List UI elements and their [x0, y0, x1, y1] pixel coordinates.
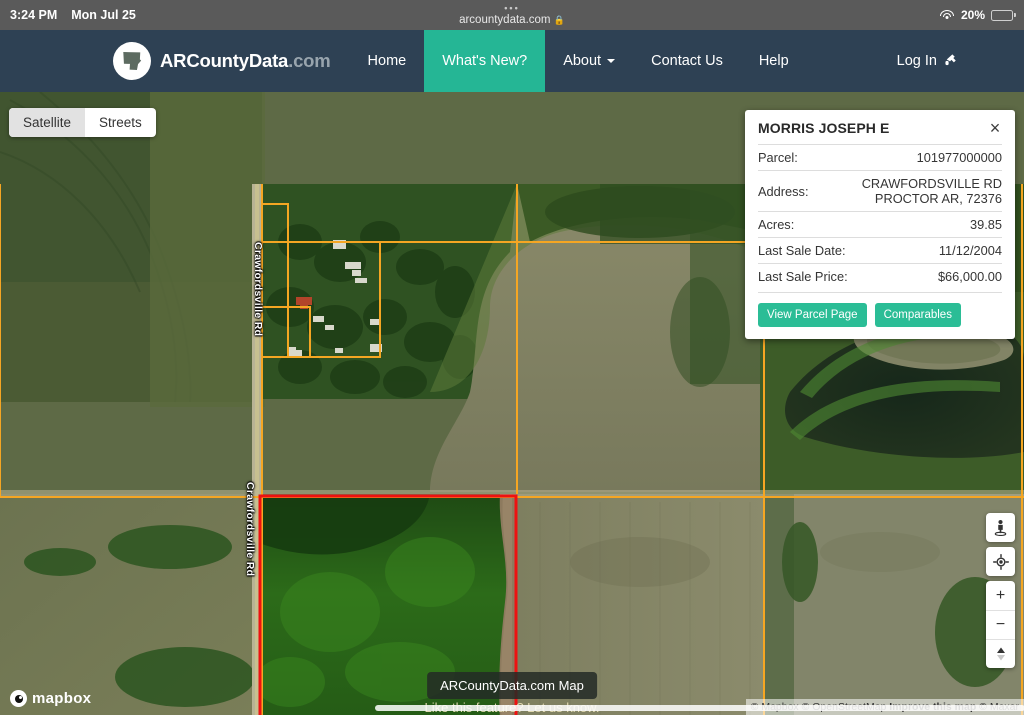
status-bar-right: 20% [940, 8, 1016, 22]
info-key: Acres: [758, 217, 795, 232]
wifi-icon [940, 9, 955, 21]
battery-percent: 20% [960, 8, 985, 22]
login-label: Log In [896, 53, 937, 69]
brand-secondary: .com [288, 50, 331, 71]
nav-label: About [563, 53, 602, 69]
nav-item-help[interactable]: Help [741, 30, 807, 92]
nav-label: Home [367, 53, 407, 69]
info-key: Last Sale Price: [758, 269, 848, 284]
sign-in-icon [943, 52, 958, 71]
mapbox-logo[interactable]: mapbox [10, 690, 91, 707]
info-key: Parcel: [758, 150, 798, 165]
address-line-2: PROCTOR AR, 72376 [874, 191, 1002, 206]
arkansas-state-logo-icon [113, 42, 151, 80]
zoom-controls: + − [986, 581, 1015, 668]
close-icon[interactable]: × [986, 119, 1004, 138]
app-root: 3:24 PM Mon Jul 25 ••• arcountydata.com … [0, 0, 1024, 715]
geolocate-icon[interactable] [986, 547, 1015, 576]
info-key: Address: [758, 183, 809, 199]
info-row-parcel: Parcel: 101977000000 [758, 144, 1002, 170]
info-value: 39.85 [969, 217, 1002, 232]
zoom-out-icon[interactable]: − [986, 610, 1015, 639]
nav-label: What's New? [442, 53, 528, 69]
battery-icon [991, 9, 1016, 21]
nav-item-whats-new[interactable]: What's New? [424, 30, 546, 92]
info-value: $66,000.00 [937, 269, 1002, 284]
horizontal-scrollbar[interactable] [375, 705, 1024, 711]
chevron-down-icon [607, 59, 616, 63]
street-view-pegman-icon[interactable] [986, 513, 1015, 542]
nav-item-contact-us[interactable]: Contact Us [633, 30, 741, 92]
layer-option-satellite[interactable]: Satellite [9, 108, 86, 137]
nav-right: Log In [897, 52, 958, 71]
map-canvas[interactable]: Crawfordsville Rd Crawfordsville Rd Sate… [0, 92, 1024, 715]
comparables-button[interactable]: Comparables [874, 303, 961, 327]
mapbox-wordmark: mapbox [32, 690, 92, 707]
info-row-address: Address: CRAWFORDSVILLE RD PROCTOR AR, 7… [758, 170, 1002, 211]
road-label-crawfordsville-rd-north: Crawfordsville Rd [252, 242, 264, 337]
parcel-info-panel: MORRIS JOSEPH E × Parcel: 101977000000 A… [745, 110, 1015, 339]
parcel-owner-title: MORRIS JOSEPH E [758, 120, 890, 136]
url-text: arcountydata.com [459, 13, 551, 26]
zoom-in-icon[interactable]: + [986, 581, 1015, 610]
info-panel-actions: View Parcel Page Comparables [758, 292, 1002, 327]
geolocate-control [986, 547, 1015, 576]
status-bar-center: ••• arcountydata.com 🔒 [0, 3, 1024, 26]
lock-icon: 🔒 [553, 14, 565, 25]
info-value: CRAWFORDSVILLE RD PROCTOR AR, 72376 [862, 176, 1002, 206]
road-label-crawfordsville-rd-south: Crawfordsville Rd [244, 482, 256, 577]
nav-item-home[interactable]: Home [350, 30, 425, 92]
info-value: 11/12/2004 [938, 243, 1002, 258]
info-row-last-sale-date: Last Sale Date: 11/12/2004 [758, 237, 1002, 263]
info-value: 101977000000 [916, 150, 1002, 165]
info-row-last-sale-price: Last Sale Price: $66,000.00 [758, 263, 1002, 289]
mapbox-mark-icon [10, 690, 27, 707]
nav-label: Contact Us [651, 53, 723, 69]
map-layer-switch: Satellite Streets [9, 108, 156, 137]
tab-overflow-dots-icon: ••• [504, 3, 520, 14]
compass-icon[interactable] [986, 639, 1015, 668]
view-parcel-page-button[interactable]: View Parcel Page [758, 303, 867, 327]
site-navbar: ARCountyData.com Home What's New? About … [0, 30, 1024, 92]
info-row-acres: Acres: 39.85 [758, 211, 1002, 237]
nav-label: Help [758, 53, 789, 69]
nav-item-about[interactable]: About [545, 30, 633, 92]
brand-text: ARCountyData.com [160, 50, 331, 72]
address-bar-url[interactable]: arcountydata.com 🔒 [0, 14, 1024, 26]
address-line-1: CRAWFORDSVILLE RD [861, 176, 1002, 191]
street-view-control [986, 513, 1015, 542]
login-button[interactable]: Log In [897, 52, 958, 71]
info-key: Last Sale Date: [758, 243, 846, 258]
layer-option-streets[interactable]: Streets [85, 108, 156, 137]
ipad-status-bar: 3:24 PM Mon Jul 25 ••• arcountydata.com … [0, 0, 1024, 30]
brand-home-link[interactable]: ARCountyData.com [113, 42, 331, 80]
nav-links: Home What's New? About Contact Us Help [350, 30, 807, 92]
brand-primary: ARCountyData [160, 50, 289, 71]
map-tooltip: ARCountyData.com Map [427, 672, 597, 699]
